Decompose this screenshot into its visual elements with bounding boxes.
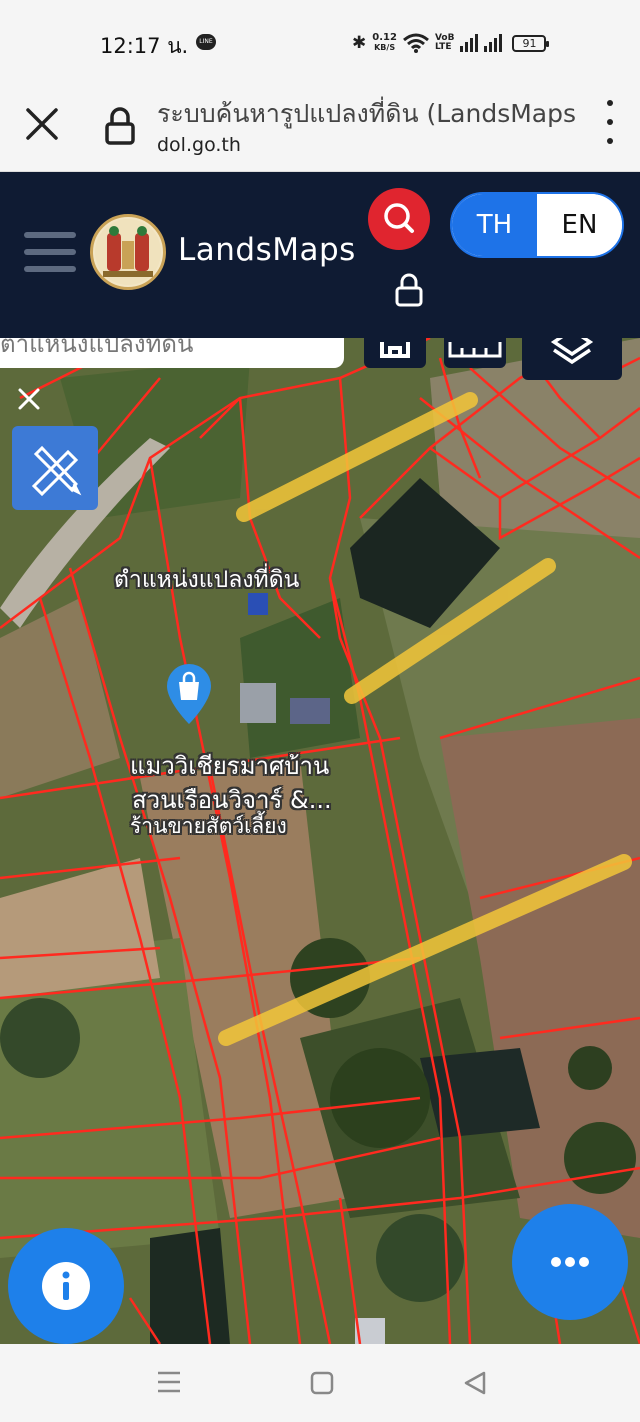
layers-button[interactable] — [522, 338, 622, 380]
status-icons: ✱ 0.12 KB/S VoB LTE 91 — [352, 28, 550, 58]
status-time: 12:17 น. — [100, 34, 189, 58]
home-icon[interactable] — [310, 1370, 334, 1396]
status-bar: 12:17 น. LINE ✱ 0.12 KB/S VoB LTE 91 — [0, 0, 640, 80]
bluetooth-icon: ✱ — [352, 33, 367, 53]
store-pin-icon[interactable] — [164, 662, 214, 726]
line-app-icon: LINE — [196, 34, 216, 50]
more-button[interactable] — [512, 1204, 628, 1320]
language-toggle[interactable]: TH EN — [450, 192, 624, 258]
map-tool-button-2[interactable] — [444, 338, 506, 368]
map-tool-button-1[interactable] — [364, 338, 426, 368]
info-button[interactable] — [8, 1228, 124, 1344]
recent-apps-icon[interactable] — [156, 1370, 182, 1394]
more-vert-icon[interactable] — [598, 100, 622, 144]
measure-tool-button[interactable] — [12, 426, 98, 510]
app-header: LandsMaps TH EN — [0, 172, 640, 338]
search-input-text: ตำแหน่งแปลงที่ดิน — [0, 338, 194, 358]
search-button[interactable] — [368, 188, 430, 250]
page-title[interactable]: ระบบค้นหารูปแปลงที่ดิน (LandsMaps) — [157, 94, 577, 134]
language-option-th[interactable]: TH — [452, 194, 537, 256]
signal-icon-2 — [484, 34, 503, 52]
brand-name[interactable]: LandsMaps — [178, 232, 356, 268]
map-view[interactable]: ตำแหน่งแปลงที่ดิน ตำแหน่งแปลงที่ดิน แมวว… — [0, 338, 640, 1344]
lock-icon[interactable] — [104, 106, 136, 146]
volte-indicator: VoB LTE — [435, 34, 455, 52]
language-option-en[interactable]: EN — [537, 194, 622, 256]
close-icon[interactable] — [10, 380, 48, 418]
close-icon[interactable] — [22, 104, 62, 144]
more-icon — [551, 1257, 589, 1267]
browser-toolbar: ระบบค้นหารูปแปลงที่ดิน (LandsMaps) dol.g… — [0, 80, 640, 172]
search-input[interactable]: ตำแหน่งแปลงที่ดิน — [0, 338, 344, 368]
network-speed-unit: KB/S — [374, 43, 396, 52]
hamburger-icon[interactable] — [24, 232, 76, 272]
parcel-location-label: ตำแหน่งแปลงที่ดิน — [114, 567, 300, 593]
info-icon — [42, 1262, 90, 1310]
department-seal-logo — [90, 214, 166, 290]
back-icon[interactable] — [462, 1370, 488, 1396]
battery-icon: 91 — [512, 34, 550, 52]
place-label-line-3[interactable]: ร้านขายสัตว์เลี้ยง — [130, 810, 287, 843]
lock-icon[interactable] — [392, 272, 426, 308]
network-speed: 0.12 KB/S — [372, 33, 397, 53]
search-icon — [384, 203, 414, 233]
signal-icon — [460, 34, 479, 52]
volte-bottom: LTE — [434, 42, 452, 52]
system-nav-bar — [0, 1344, 640, 1422]
ruler-pencil-icon — [31, 445, 82, 497]
page-domain[interactable]: dol.go.th — [157, 134, 241, 156]
layers-icon — [550, 338, 594, 365]
wifi-icon — [402, 33, 429, 53]
network-speed-value: 0.12 — [372, 32, 397, 43]
